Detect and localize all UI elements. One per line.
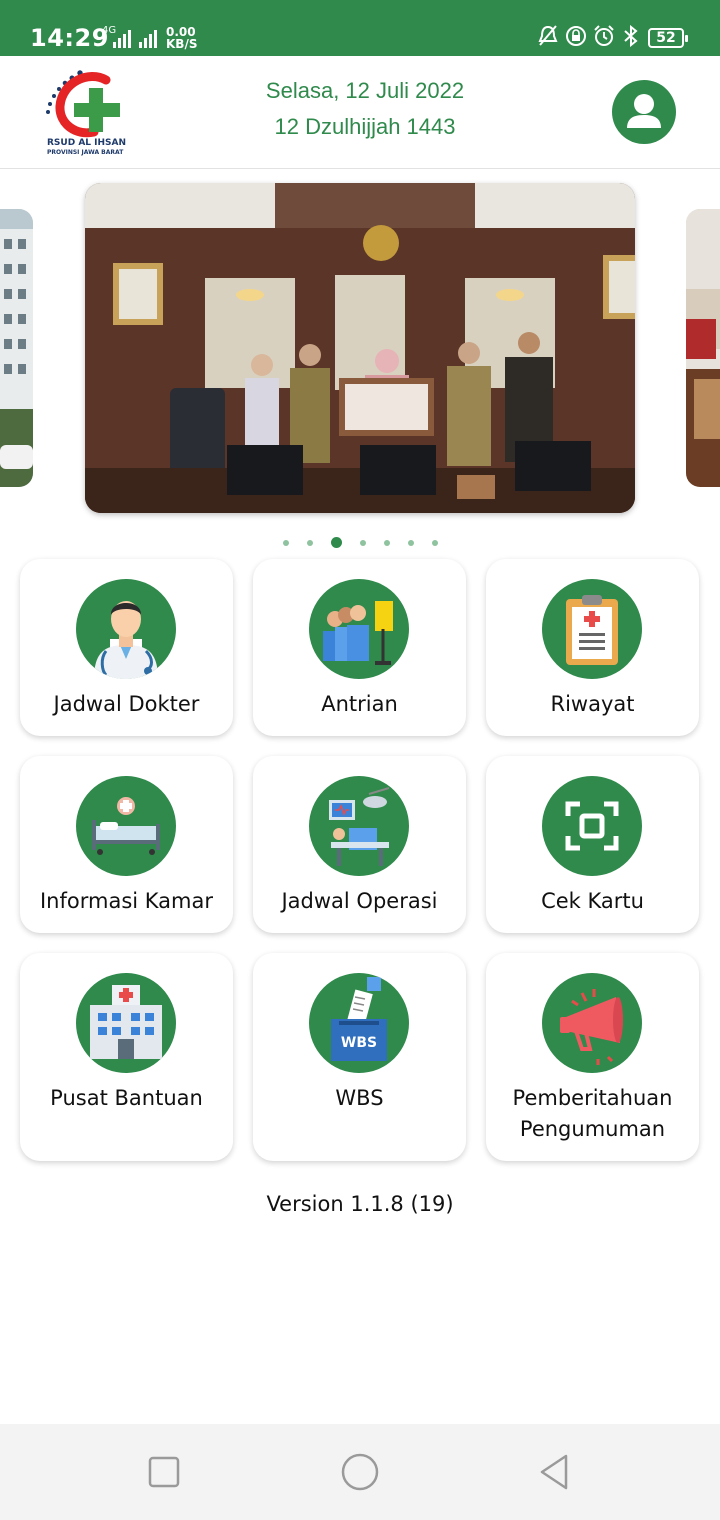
ballot-box-icon: WBS xyxy=(309,973,409,1073)
recents-icon[interactable] xyxy=(144,1452,184,1492)
status-bar: 14:29 4G 0.00 KB/S 52 xyxy=(0,0,720,56)
menu-riwayat[interactable]: Riwayat xyxy=(486,559,699,736)
carousel-dot[interactable] xyxy=(407,539,414,546)
signal-icon xyxy=(113,30,131,48)
queue-icon xyxy=(309,579,409,679)
menu-label: Jadwal Dokter xyxy=(53,692,200,716)
mute-icon xyxy=(538,25,558,46)
menu-label: Cek Kartu xyxy=(541,889,644,913)
wbs-badge-text: WBS xyxy=(341,1035,377,1051)
date-hijri: 12 Dzulhijjah 1443 xyxy=(274,114,456,139)
hospital-bed-icon xyxy=(76,776,176,876)
app-header: RSUD AL IHSAN PROVINSI JAWA BARAT Selasa… xyxy=(0,56,720,169)
profile-button[interactable] xyxy=(612,80,676,144)
cross-logo-icon xyxy=(46,70,120,138)
menu-pusat-bantuan[interactable]: Pusat Bantuan xyxy=(20,953,233,1161)
megaphone-icon xyxy=(542,973,642,1073)
menu-label: Pemberitahuan Pengumuman xyxy=(512,1086,673,1141)
building-photo xyxy=(0,209,33,487)
carousel-dot[interactable] xyxy=(383,539,390,546)
network-speed: 0.00 KB/S xyxy=(166,25,198,51)
signal-icon xyxy=(139,30,157,48)
menu-pemberitahuan-pengumuman[interactable]: Pemberitahuan Pengumuman xyxy=(486,953,699,1161)
menu-label: Riwayat xyxy=(550,692,635,716)
system-nav-bar xyxy=(0,1424,720,1520)
home-icon[interactable] xyxy=(340,1452,380,1492)
status-time: 14:29 xyxy=(30,24,109,52)
user-icon xyxy=(627,94,661,128)
menu-wbs[interactable]: WBS WBS xyxy=(253,953,466,1161)
menu-label: Antrian xyxy=(321,692,398,716)
menu-antrian[interactable]: Antrian xyxy=(253,559,466,736)
carousel-dot[interactable] xyxy=(282,539,289,546)
date-gregorian: Selasa, 12 Juli 2022 xyxy=(265,78,465,103)
carousel-dot-active[interactable] xyxy=(330,537,342,548)
menu-jadwal-dokter[interactable]: Jadwal Dokter xyxy=(20,559,233,736)
clipboard-icon xyxy=(542,579,642,679)
carousel-indicator xyxy=(0,532,720,548)
meeting-photo xyxy=(85,183,635,513)
menu-label: Jadwal Operasi xyxy=(281,889,438,913)
back-icon[interactable] xyxy=(536,1452,576,1492)
doctor-icon xyxy=(76,579,176,679)
room-photo xyxy=(686,209,720,487)
menu-label: Pusat Bantuan xyxy=(50,1086,203,1110)
lock-icon xyxy=(566,26,586,46)
bluetooth-icon xyxy=(624,24,638,48)
logo-subtitle: PROVINSI JAWA BARAT xyxy=(47,149,124,156)
scan-icon xyxy=(542,776,642,876)
alarm-icon xyxy=(594,25,614,46)
carousel-dot[interactable] xyxy=(306,539,313,546)
carousel-dot[interactable] xyxy=(431,539,438,546)
menu-jadwal-operasi[interactable]: Jadwal Operasi xyxy=(253,756,466,933)
menu-label: Informasi Kamar xyxy=(39,889,213,913)
image-carousel[interactable] xyxy=(0,183,720,518)
carousel-dot[interactable] xyxy=(359,539,366,546)
menu-informasi-kamar[interactable]: Informasi Kamar xyxy=(20,756,233,933)
menu-cek-kartu[interactable]: Cek Kartu xyxy=(486,756,699,933)
logo-title: RSUD AL IHSAN xyxy=(47,138,127,148)
battery-indicator: 52 xyxy=(648,28,688,48)
carousel-slide-active[interactable] xyxy=(85,183,635,513)
hospital-logo: RSUD AL IHSAN PROVINSI JAWA BARAT xyxy=(44,66,134,158)
menu-label: WBS xyxy=(335,1086,384,1110)
hospital-building-icon xyxy=(76,973,176,1073)
app-version: Version 1.1.8 (19) xyxy=(266,1192,454,1216)
operating-room-icon xyxy=(309,776,409,876)
carousel-slide-previous[interactable] xyxy=(0,209,33,487)
carousel-slide-next[interactable] xyxy=(686,209,720,487)
